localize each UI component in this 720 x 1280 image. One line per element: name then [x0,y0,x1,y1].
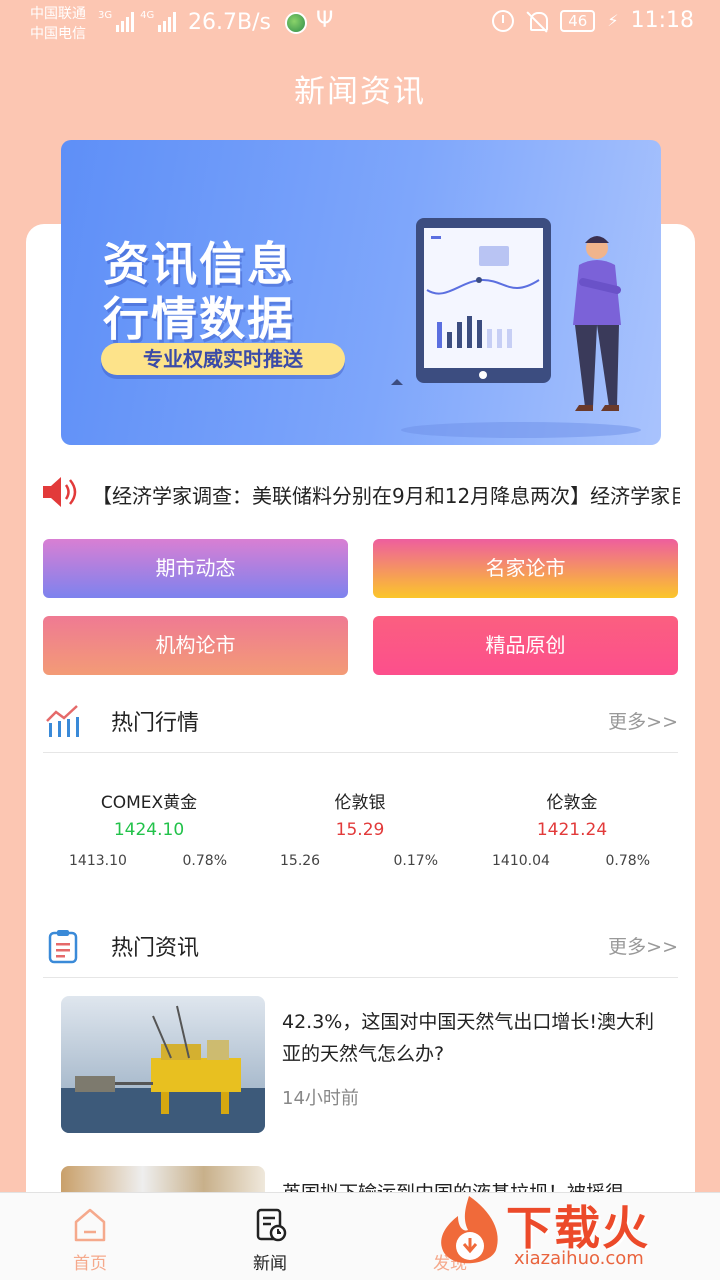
news-item[interactable]: 42.3%，这国对中国天然气出口增长!澳大利亚的天然气怎么办? 14小时前 [61,996,678,1136]
tab-home-label: 首页 [73,1254,107,1274]
quote-prev-close: 15.26 [280,853,321,869]
network-speed: 26.7B/s [188,10,271,35]
quote-name: 伦敦金 [546,793,598,813]
quote-change-pct: 0.78% [182,853,227,869]
market-quotes: COMEX黄金 1424.10 1413.10 0.78% 伦敦银 15.29 … [43,784,678,884]
quote-price: 15.29 [335,820,385,840]
tab-home[interactable]: 首页 [0,1193,180,1280]
quote-price: 1421.24 [536,820,608,840]
news-ticker[interactable]: 【经济学家调查：美联储料分别在9月和12月降息两次】经济学家目 [40,472,680,512]
banner-tagline: 专业权威实时推送 [101,343,345,375]
news-more-link[interactable]: 更多>> [608,932,678,959]
news-section-title: 热门资讯 [111,936,200,961]
news-title: 42.3%，这国对中国天然气出口增长!澳大利亚的天然气怎么办? [282,1011,654,1065]
banner-headline-2: 行情数据 [103,292,295,346]
news-thumbnail-offshore-rig [61,996,265,1133]
quote-name: 伦敦银 [334,793,386,813]
quote-london-gold[interactable]: 伦敦金 1421.24 1410.04 0.78% [466,784,678,884]
quote-change-pct: 0.78% [605,853,650,869]
alarm-icon [492,9,515,32]
category-expert-commentary-button[interactable]: 名家论市 [373,539,678,598]
promo-banner[interactable]: 资讯信息 行情数据 专业权威实时推送 [61,140,661,445]
clock: 11:18 [630,8,694,33]
carrier-labels: 中国联通 中国电信 [30,4,86,44]
usb-icon: Ψ [316,8,334,33]
carrier-2: 中国电信 [30,26,86,42]
network-type-2: 4G [140,10,155,21]
network-type-1: 3G [98,10,113,21]
news-icon [256,1208,287,1242]
ticker-text: 【经济学家调查：美联储料分别在9月和12月降息两次】经济学家目 [92,484,680,508]
quote-change-pct: 0.17% [393,853,438,869]
mute-icon [526,10,549,32]
signal-icon: 3G 4G [98,10,177,32]
market-section-header: 热门行情 更多>> [43,693,678,753]
tab-news[interactable]: 新闻 [180,1193,360,1280]
speaker-icon [43,477,77,507]
news-section-header: 热门资讯 更多>> [43,918,678,978]
news-time: 14小时前 [282,1088,359,1109]
clipboard-icon [48,930,78,964]
flame-logo-icon [441,1196,498,1264]
battery-icon: 46 [560,9,596,32]
category-original-premium-button[interactable]: 精品原创 [373,616,678,675]
watermark-url: xiazaihuo.com [514,1248,644,1269]
category-institution-commentary-button[interactable]: 机构论市 [43,616,348,675]
quote-london-silver[interactable]: 伦敦银 15.29 15.26 0.17% [254,784,466,884]
tablet-chart-illustration [391,218,641,438]
market-more-link[interactable]: 更多>> [608,707,678,734]
category-futures-news-button[interactable]: 期市动态 [43,539,348,598]
quote-comex-gold[interactable]: COMEX黄金 1424.10 1413.10 0.78% [43,784,255,884]
page-title: 新闻资讯 [294,74,426,110]
tab-news-label: 新闻 [253,1254,287,1274]
globe-app-icon [285,12,307,34]
chart-icon [46,705,79,737]
quote-prev-close: 1410.04 [492,853,550,869]
home-icon [74,1208,106,1242]
carrier-1: 中国联通 [30,6,86,22]
quote-prev-close: 1413.10 [69,853,127,869]
status-bar: 中国联通 中国电信 3G 4G 26.7B/s Ψ 46 ⚡ 11:18 [0,0,720,50]
market-section-title: 热门行情 [111,711,200,736]
quote-price: 1424.10 [113,820,185,840]
watermark-logo: 下载火 xiazaihuo.com [430,1186,720,1280]
charging-icon: ⚡ [607,11,619,30]
quote-name: COMEX黄金 [100,793,198,813]
